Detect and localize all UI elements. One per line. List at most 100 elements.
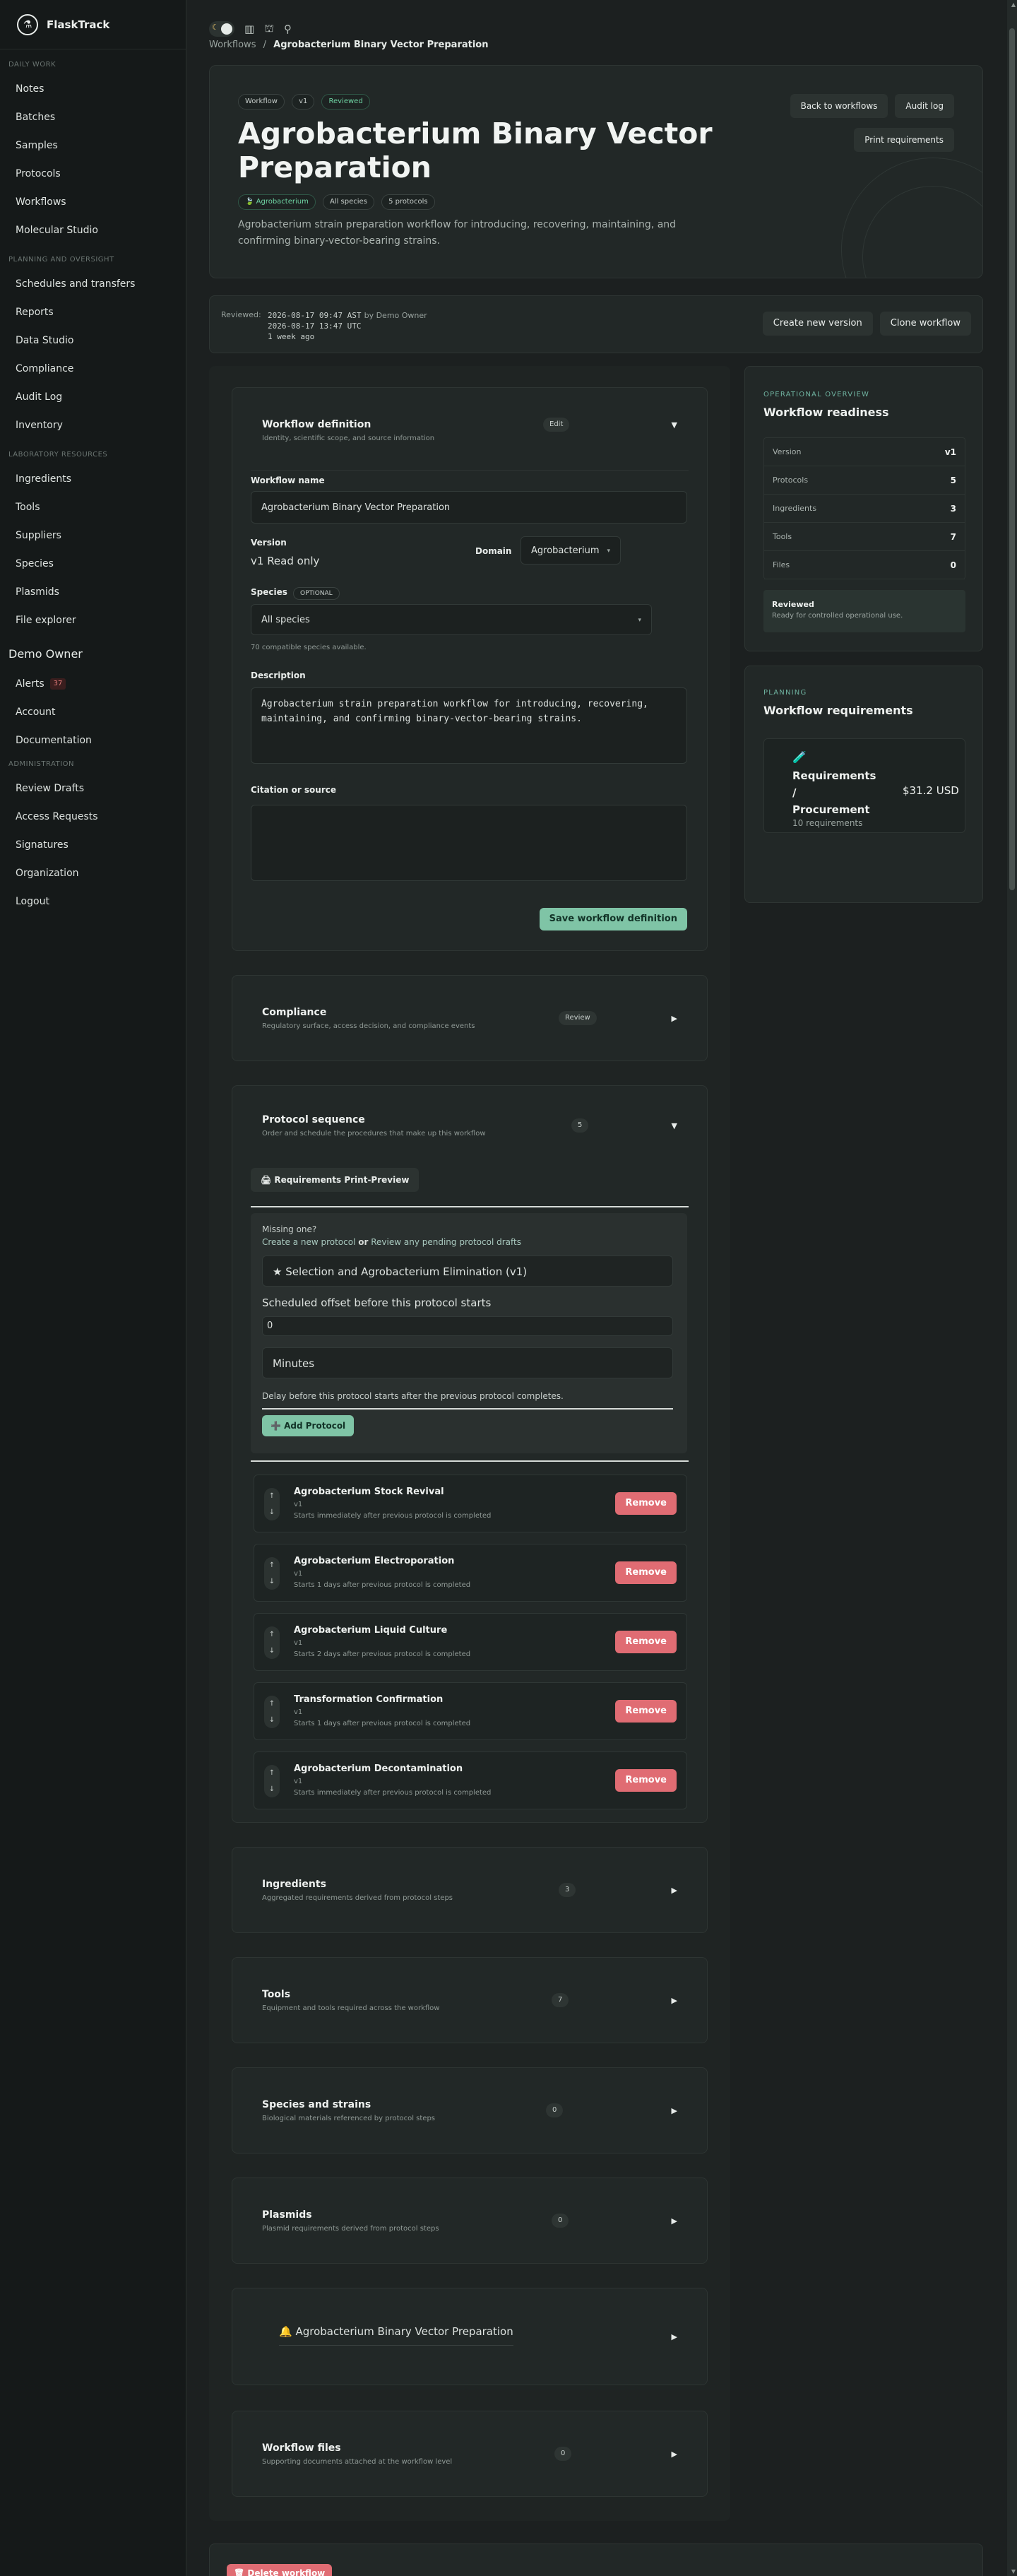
- overview-title: Workflow readiness: [763, 406, 889, 419]
- tools-panel[interactable]: Tools Equipment and tools required acros…: [232, 1957, 708, 2043]
- expand-icon[interactable]: ▶: [672, 1014, 677, 1023]
- status-text: Ready for controlled operational use.: [772, 612, 903, 620]
- sidebar-item-file-explorer[interactable]: File explorer: [0, 606, 186, 634]
- remove-protocol-button[interactable]: Remove: [615, 1631, 677, 1653]
- reorder-handle-icon[interactable]: ↑ ↓: [264, 1765, 280, 1797]
- plasmids-panel[interactable]: Plasmids Plasmid requirements derived fr…: [232, 2178, 708, 2264]
- sidebar-item-compliance[interactable]: Compliance: [0, 355, 186, 383]
- sidebar-item-ingredients[interactable]: Ingredients: [0, 465, 186, 493]
- reorder-handle-icon[interactable]: ↑ ↓: [264, 1696, 280, 1728]
- expand-icon[interactable]: ▶: [672, 2106, 677, 2115]
- domain-select[interactable]: Agrobacterium ▾: [521, 536, 621, 565]
- audit-log-button[interactable]: Audit log: [895, 94, 954, 118]
- remove-protocol-button[interactable]: Remove: [615, 1700, 677, 1723]
- theme-toggle[interactable]: ☾: [209, 21, 234, 37]
- sidebar-item-tools[interactable]: Tools: [0, 493, 186, 521]
- print-requirements-button[interactable]: Print requirements: [854, 128, 954, 152]
- scroll-down-icon[interactable]: ▼: [1011, 2568, 1016, 2575]
- create-protocol-link[interactable]: Create a new protocol: [262, 1237, 355, 1247]
- print-preview-button[interactable]: 🖨 Requirements Print-Preview: [251, 1168, 420, 1192]
- workflow-files-panel[interactable]: Workflow files Supporting documents atta…: [232, 2411, 708, 2497]
- reorder-handle-icon[interactable]: ↑ ↓: [264, 1488, 280, 1520]
- sidebar-item-notes[interactable]: Notes: [0, 75, 186, 103]
- protocol-version: v1: [294, 1708, 303, 1716]
- species-panel[interactable]: Species and strains Biological materials…: [232, 2067, 708, 2153]
- sidebar-item-batches[interactable]: Batches: [0, 103, 186, 131]
- clone-workflow-button[interactable]: Clone workflow: [879, 312, 971, 336]
- sidebar-item-species[interactable]: Species: [0, 550, 186, 578]
- sidebar-item-workflows[interactable]: Workflows: [0, 188, 186, 216]
- requirements-card[interactable]: 🧪 Requirements / Procurement $31.2 USD 1…: [763, 738, 965, 833]
- sidebar-item-access-requests[interactable]: Access Requests: [0, 803, 186, 831]
- sidebar-item-organization[interactable]: Organization: [0, 859, 186, 887]
- collapse-icon[interactable]: ▼: [672, 420, 677, 430]
- edit-badge[interactable]: Edit: [543, 418, 570, 432]
- offset-input[interactable]: 0: [262, 1316, 673, 1336]
- layout-icon[interactable]: ▥: [244, 23, 254, 35]
- expand-icon[interactable]: ▶: [672, 1996, 677, 2005]
- sidebar-item-molecular-studio[interactable]: Molecular Studio: [0, 216, 186, 244]
- lab-icon[interactable]: ⛫: [264, 22, 274, 36]
- page-scrollbar[interactable]: ▲ ▼: [1007, 0, 1017, 2576]
- sidebar-item-suppliers[interactable]: Suppliers: [0, 521, 186, 550]
- sidebar-item-signatures[interactable]: Signatures: [0, 831, 186, 859]
- description-textarea[interactable]: Agrobacterium strain preparation workflo…: [251, 687, 687, 764]
- sequence-header[interactable]: Protocol sequence Order and schedule the…: [262, 1114, 486, 1138]
- sidebar-item-review-drafts[interactable]: Review Drafts: [0, 774, 186, 803]
- species-select[interactable]: All species ▾: [251, 604, 652, 635]
- sidebar-item-inventory[interactable]: Inventory: [0, 411, 186, 439]
- sidebar-item-samples[interactable]: Samples: [0, 131, 186, 160]
- scroll-up-icon[interactable]: ▲: [1011, 1, 1016, 8]
- sidebar-item-logout[interactable]: Logout: [0, 887, 186, 916]
- add-protocol-button[interactable]: ➕ Add Protocol: [262, 1415, 355, 1436]
- missing-links: Create a new protocol or Review any pend…: [262, 1237, 521, 1247]
- expand-icon[interactable]: ▶: [672, 2450, 677, 2459]
- protocol-name: Agrobacterium Decontamination: [294, 1763, 463, 1774]
- citation-textarea[interactable]: [251, 805, 687, 881]
- expand-icon[interactable]: ▶: [672, 2332, 677, 2341]
- ingredients-panel[interactable]: Ingredients Aggregated requirements deri…: [232, 1847, 708, 1933]
- requirements-value: $31.2 USD: [903, 784, 959, 797]
- protocol-select[interactable]: ★ Selection and Agrobacterium Eliminatio…: [262, 1255, 673, 1287]
- remove-protocol-button[interactable]: Remove: [615, 1561, 677, 1584]
- overview-header: OPERATIONAL OVERVIEW Workflow readiness: [763, 391, 889, 419]
- sidebar-item-documentation[interactable]: Documentation: [0, 726, 186, 755]
- remove-protocol-button[interactable]: Remove: [615, 1769, 677, 1792]
- sidebar-item-account[interactable]: Account: [0, 698, 186, 726]
- panel-title: Workflow files: [262, 2442, 341, 2454]
- review-utc-time: 2026-08-17 13:47 UTC: [268, 321, 362, 331]
- preview-panel[interactable]: 🔔 Agrobacterium Binary Vector Preparatio…: [232, 2288, 708, 2385]
- compliance-panel[interactable]: Compliance Regulatory surface, access de…: [232, 975, 708, 1061]
- search-icon[interactable]: ⚲: [284, 23, 292, 35]
- sidebar-item-reports[interactable]: Reports: [0, 298, 186, 326]
- save-definition-button[interactable]: Save workflow definition: [539, 908, 687, 930]
- delay-hint: Delay before this protocol starts after …: [262, 1391, 564, 1401]
- definition-header[interactable]: Workflow definition Identity, scientific…: [262, 419, 434, 442]
- workflow-name-input[interactable]: Agrobacterium Binary Vector Preparation: [251, 491, 687, 524]
- expand-icon[interactable]: ▶: [672, 1886, 677, 1895]
- protocol-version: v1: [294, 1501, 303, 1508]
- sidebar-item-protocols[interactable]: Protocols: [0, 160, 186, 188]
- brand[interactable]: ⚗ FlaskTrack: [0, 0, 186, 49]
- scrollbar-thumb[interactable]: [1009, 28, 1015, 890]
- sidebar-item-plasmids[interactable]: Plasmids: [0, 578, 186, 606]
- sidebar-item-data-studio[interactable]: Data Studio: [0, 326, 186, 355]
- sidebar-item-audit-log[interactable]: Audit Log: [0, 383, 186, 411]
- offset-unit-select[interactable]: Minutes: [262, 1347, 673, 1378]
- reorder-handle-icon[interactable]: ↑ ↓: [264, 1557, 280, 1590]
- breadcrumb-workflows-link[interactable]: Workflows: [209, 40, 256, 50]
- back-to-workflows-button[interactable]: Back to workflows: [790, 94, 888, 118]
- expand-icon[interactable]: ▶: [672, 2216, 677, 2226]
- review-drafts-link[interactable]: Review any pending protocol drafts: [371, 1237, 521, 1247]
- remove-protocol-button[interactable]: Remove: [615, 1492, 677, 1515]
- flask-logo-icon: ⚗: [17, 13, 38, 35]
- create-new-version-button[interactable]: Create new version: [762, 312, 873, 336]
- sidebar-item-alerts[interactable]: Alerts 37: [0, 670, 186, 698]
- collapse-icon[interactable]: ▼: [672, 1121, 677, 1130]
- delete-workflow-button[interactable]: 🗑 Delete workflow: [227, 2564, 333, 2576]
- reorder-handle-icon[interactable]: ↑ ↓: [264, 1626, 280, 1659]
- panel-title: Plasmids: [262, 2209, 312, 2221]
- sidebar-item-schedules-and-transfers[interactable]: Schedules and transfers: [0, 270, 186, 298]
- panel-title: Protocol sequence: [262, 1114, 365, 1125]
- workflow-definition-panel: Workflow definition Identity, scientific…: [232, 387, 708, 951]
